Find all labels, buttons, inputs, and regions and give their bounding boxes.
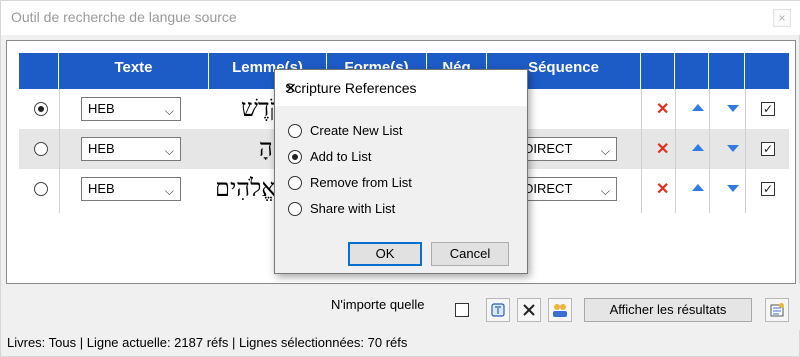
row-select-radio[interactable]: [34, 142, 48, 156]
any-match-checkbox[interactable]: [455, 303, 469, 317]
window-close-icon[interactable]: ×: [773, 9, 791, 27]
option-label: Create New List: [310, 123, 403, 138]
sequence-select[interactable]: DIRECT ⌵: [517, 137, 617, 161]
header-texte: Texte: [59, 53, 209, 89]
row-checkbox[interactable]: ✓: [761, 182, 775, 196]
row-select-radio[interactable]: [34, 102, 48, 116]
scripture-references-dialog: Scripture References ✕ Create New List A…: [274, 69, 528, 274]
chevron-down-icon: ⌵: [164, 144, 174, 158]
header-check-column: [745, 53, 789, 89]
arrow-up-icon[interactable]: [692, 104, 704, 111]
column-divider: [59, 89, 60, 213]
radio-add-to-list[interactable]: [288, 150, 302, 164]
export-icon: [770, 303, 784, 317]
column-divider: [709, 89, 710, 213]
lemma-text[interactable]: אֱלֹהִים: [215, 174, 276, 203]
book-icon-button[interactable]: [486, 298, 510, 322]
arrow-up-icon[interactable]: [692, 184, 704, 191]
cancel-button[interactable]: Cancel: [431, 242, 509, 266]
text-select-value: HEB: [88, 101, 115, 116]
delete-icon[interactable]: ✕: [656, 139, 669, 159]
row-select-radio[interactable]: [34, 182, 48, 196]
option-label: Remove from List: [310, 175, 412, 190]
radio-share-with-list[interactable]: [288, 202, 302, 216]
option-label: Share with List: [310, 201, 396, 216]
source-language-search-window: Outil de recherche de langue source × Te…: [0, 0, 800, 357]
chevron-down-icon: ⌵: [164, 184, 174, 198]
radio-remove-from-list[interactable]: [288, 176, 302, 190]
ok-button[interactable]: OK: [348, 242, 422, 266]
text-select[interactable]: HEB ⌵: [81, 137, 181, 161]
header-down-column: [709, 53, 745, 89]
header-delete-column: [641, 53, 675, 89]
delete-icon[interactable]: ✕: [656, 179, 669, 199]
header-up-column: [675, 53, 709, 89]
radio-create-new-list[interactable]: [288, 124, 302, 138]
column-divider: [745, 89, 746, 213]
column-divider: [675, 89, 676, 213]
title-bar: Outil de recherche de langue source ×: [1, 1, 800, 35]
arrow-down-icon[interactable]: [727, 105, 739, 112]
clear-button[interactable]: [517, 298, 541, 322]
sequence-select-value: DIRECT: [524, 181, 573, 196]
arrow-down-icon[interactable]: [727, 145, 739, 152]
chevron-down-icon: ⌵: [164, 104, 174, 118]
window-title: Outil de recherche de langue source: [11, 9, 237, 25]
people-icon-button[interactable]: [548, 298, 572, 322]
text-select-value: HEB: [88, 141, 115, 156]
chevron-down-icon: ⌵: [600, 144, 610, 158]
any-match-label: N'importe quelle: [331, 297, 425, 312]
header-select-column: [19, 53, 59, 89]
chevron-down-icon: ⌵: [600, 184, 610, 198]
text-select-value: HEB: [88, 181, 115, 196]
column-divider: [641, 89, 642, 213]
delete-icon[interactable]: ✕: [656, 99, 669, 119]
option-label: Add to List: [310, 149, 372, 164]
arrow-down-icon[interactable]: [727, 185, 739, 192]
status-bar: Livres: Tous | Ligne actuelle: 2187 réfs…: [7, 335, 408, 350]
sequence-select[interactable]: DIRECT ⌵: [517, 177, 617, 201]
lemma-text[interactable]: הָ: [259, 134, 273, 163]
close-icon[interactable]: ✕: [285, 80, 515, 97]
row-checkbox[interactable]: ✓: [761, 102, 775, 116]
export-button[interactable]: [765, 298, 789, 322]
text-select[interactable]: HEB ⌵: [81, 177, 181, 201]
sequence-select-value: DIRECT: [524, 141, 573, 156]
row-checkbox[interactable]: ✓: [761, 142, 775, 156]
clear-icon: [523, 304, 535, 316]
text-select[interactable]: HEB ⌵: [81, 97, 181, 121]
show-results-button[interactable]: Afficher les résultats: [584, 298, 752, 322]
dialog-title-bar: Scripture References ✕: [275, 70, 527, 106]
people-icon: [553, 304, 567, 317]
book-icon: [491, 303, 505, 317]
arrow-up-icon[interactable]: [692, 144, 704, 151]
